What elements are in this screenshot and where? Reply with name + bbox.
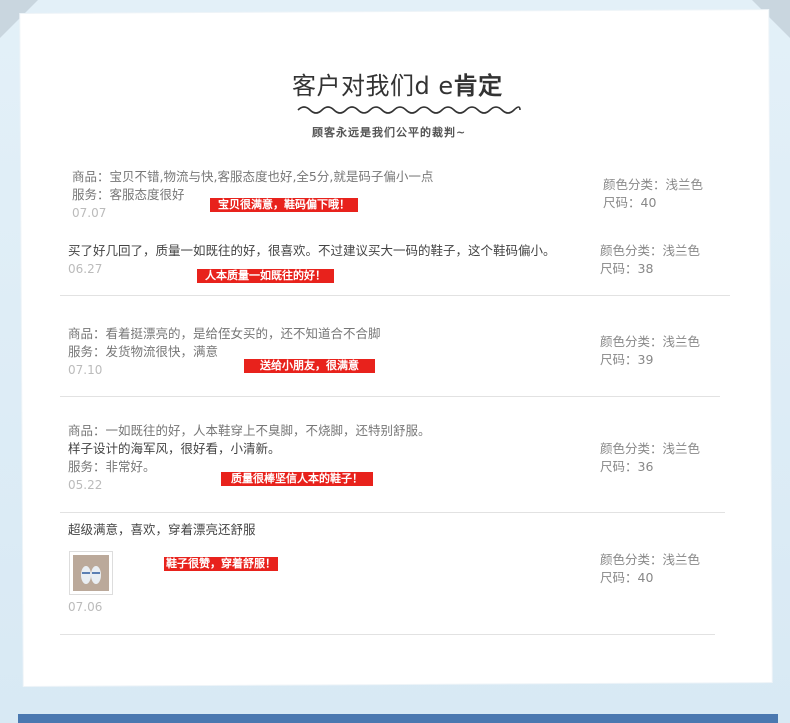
- color-spec: 颜色分类：浅兰色: [600, 334, 701, 349]
- row-divider: [60, 512, 725, 513]
- size-spec: 尺码：40: [603, 195, 657, 210]
- highlight-tag: 人本质量一如既往的好！: [197, 269, 334, 283]
- wave-divider-icon: [297, 106, 521, 114]
- title-bold: 肯定: [453, 72, 503, 100]
- color-spec: 颜色分类：浅兰色: [600, 552, 701, 567]
- highlight-tag: 质量很棒坚信人本的鞋子！: [221, 472, 373, 486]
- review-text: 商品：一如既往的好，人本鞋穿上不臭脚，不烧脚，还特别舒服。: [68, 423, 431, 438]
- size-spec: 尺码：39: [600, 352, 654, 367]
- size-spec: 尺码：40: [600, 570, 654, 585]
- review-photo-thumbnail[interactable]: [69, 551, 113, 595]
- color-spec: 颜色分类：浅兰色: [600, 441, 701, 456]
- review-date: 05.22: [68, 478, 103, 492]
- footer-bar: [18, 714, 778, 723]
- shoe-photo-icon: [73, 555, 109, 591]
- review-date: 07.06: [68, 600, 103, 614]
- size-spec: 尺码：36: [600, 459, 654, 474]
- review-text: 超级满意，喜欢，穿着漂亮还舒服: [68, 522, 256, 537]
- page-title: 客户对我们d e肯定: [292, 66, 503, 101]
- page-subtitle: 顾客永远是我们公平的裁判~: [312, 126, 467, 139]
- highlight-tag: 鞋子很赞，穿着舒服！: [164, 557, 278, 571]
- row-divider: [60, 295, 730, 296]
- row-divider: [60, 396, 720, 397]
- row-divider: [60, 634, 715, 635]
- color-spec: 颜色分类：浅兰色: [603, 177, 704, 192]
- color-spec: 颜色分类：浅兰色: [600, 243, 701, 258]
- size-spec: 尺码：38: [600, 261, 654, 276]
- title-plain: 客户对我们d e: [292, 72, 454, 100]
- review-item: 超级满意，喜欢，穿着漂亮还舒服: [60, 521, 732, 539]
- highlight-tag: 送给小朋友，很满意: [244, 359, 375, 373]
- highlight-tag: 宝贝很满意，鞋码偏下哦！: [210, 198, 358, 212]
